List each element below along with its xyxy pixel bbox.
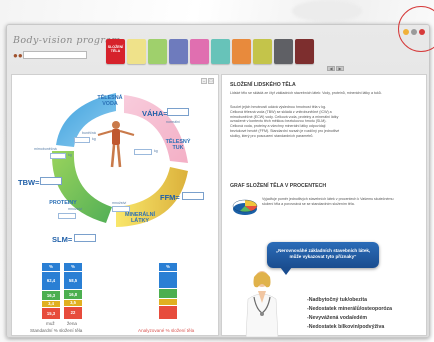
category-tabs: SLOŽENÍ TĚLA [106, 39, 314, 65]
pie-chart-icon [232, 199, 258, 215]
app-window: Body-vision program ●● SLOŽENÍ TĚLA ◀ ▶ … [6, 24, 430, 338]
bar-water: 62,4 [42, 272, 60, 290]
section-title-graph: GRAF SLOŽENÍ TĚLA V PROCENTECH [230, 183, 327, 189]
bar-header: % [64, 263, 82, 271]
protein-field[interactable] [58, 213, 76, 219]
standard-bar-male: % 62,4 16,3 3,4 15,3 [42, 263, 60, 319]
label-bunecna: buněčná [82, 131, 96, 135]
label-mimobunecna: mimobuněčná [34, 147, 57, 151]
search-input[interactable] [23, 51, 87, 59]
tab-category-1[interactable] [127, 39, 146, 64]
standard-bar-female: % 58,5 16,8 3,5 22 [64, 263, 82, 319]
label-kg-3: kg [154, 149, 158, 153]
weight-field[interactable] [167, 108, 189, 116]
scroll-left-icon[interactable]: ◀ [327, 66, 335, 71]
bar-water [159, 272, 177, 288]
label-proteiny: PROTEINY [49, 200, 77, 206]
mineral-field[interactable] [112, 206, 130, 212]
section-intro-text: Lidské tělo se skládá ze čtyř základních… [230, 91, 382, 95]
label-slm: SLM= [52, 235, 73, 244]
user-icon[interactable]: ●● [13, 51, 23, 60]
standard-caption: Standardní % složení těla [30, 328, 83, 333]
bar-mineral: 3,5 [64, 300, 82, 306]
bar-fat [159, 306, 177, 319]
label-kg-2: kg [68, 153, 72, 157]
app-logo: Body-vision program [13, 35, 121, 46]
tab-category-8[interactable] [274, 39, 293, 64]
label-telesny-tuk: TĚLESNÝ TUK [165, 139, 191, 151]
label-muz: muž [46, 321, 55, 326]
bar-protein [159, 289, 177, 298]
bar-protein: 16,3 [42, 291, 60, 300]
bar-water: 58,5 [64, 272, 82, 289]
label-tbw: TBW= [18, 178, 40, 187]
info-panel: SLOŽENÍ LIDSKÉHO TĚLA Lidské tělo se skl… [221, 74, 427, 337]
slm-field[interactable] [74, 234, 96, 242]
icw-field[interactable] [74, 137, 90, 143]
titlebar: Body-vision program ●● SLOŽENÍ TĚLA ◀ ▶ [7, 25, 429, 73]
bar-header: % [159, 263, 177, 271]
bar-protein: 16,8 [64, 290, 82, 299]
bar-fat: 15,3 [42, 308, 60, 319]
section-title-composition: SLOŽENÍ LIDSKÉHO TĚLA [230, 82, 296, 88]
section-body-text: Součet jejich hmotnosti udává výslednou … [230, 105, 340, 138]
label-mnozstvi-1: množství [68, 207, 83, 211]
symptom-item: -Nedostatek bílkovin/podvýživa [307, 324, 385, 330]
label-ffm: FFM= [160, 193, 180, 202]
tab-scroll-arrows: ◀ ▶ [327, 66, 344, 71]
symptom-item: -Nadbytočný tuk/obezita [307, 297, 367, 303]
tab-category-7[interactable] [253, 39, 272, 64]
tbw-field[interactable] [40, 177, 62, 185]
tab-category-0[interactable]: SLOŽENÍ TĚLA [106, 39, 125, 64]
ecw-field[interactable] [50, 153, 66, 159]
label-kg-1: kg [92, 137, 96, 141]
tab-category-3[interactable] [169, 39, 188, 64]
tab-label: SLOŽENÍ TĚLA [107, 45, 124, 54]
bar-fat: 22 [64, 307, 82, 319]
fat-field[interactable] [134, 149, 152, 155]
bar-mineral [159, 299, 177, 305]
tab-category-2[interactable] [148, 39, 167, 64]
body-figure-icon [97, 121, 135, 168]
decorative-red-blob [292, 0, 362, 22]
body-composition-diagram-panel: – □ TĚLESNÁ VODA buněčná mimobuněčná kg … [11, 74, 219, 336]
section-graph-text: Vyjadřuje poměr jednotlivých stavebních … [262, 197, 394, 206]
tab-category-4[interactable] [190, 39, 209, 64]
label-normal: normální [166, 120, 180, 124]
ffm-field[interactable] [182, 192, 204, 200]
label-vaha: VÁHA= [142, 109, 168, 118]
scroll-right-icon[interactable]: ▶ [336, 66, 344, 71]
tab-category-9[interactable] [295, 39, 314, 64]
symptom-item: -Nevyvážená voda/edém [307, 315, 367, 321]
label-telesna-voda: TĚLESNÁ VODA [97, 95, 123, 107]
doctor-illustration [245, 271, 279, 337]
symptoms-callout: „Nerovnováhé základních stavebních látek… [267, 242, 379, 268]
analyzed-bar: % [159, 263, 177, 319]
label-mnozstvi-2: množství [112, 201, 127, 205]
symptom-item: -Nedostatek minerálů/osteoporóza [307, 306, 393, 312]
label-zena: žena [67, 321, 77, 326]
analyzed-caption: Analyzované % složení těla [138, 328, 195, 333]
tab-category-5[interactable] [211, 39, 230, 64]
label-mineralni-latky: MINERÁLNÍ LÁTKY [125, 212, 155, 224]
bar-mineral: 3,4 [42, 301, 60, 307]
tab-category-6[interactable] [232, 39, 251, 64]
bar-header: % [42, 263, 60, 271]
